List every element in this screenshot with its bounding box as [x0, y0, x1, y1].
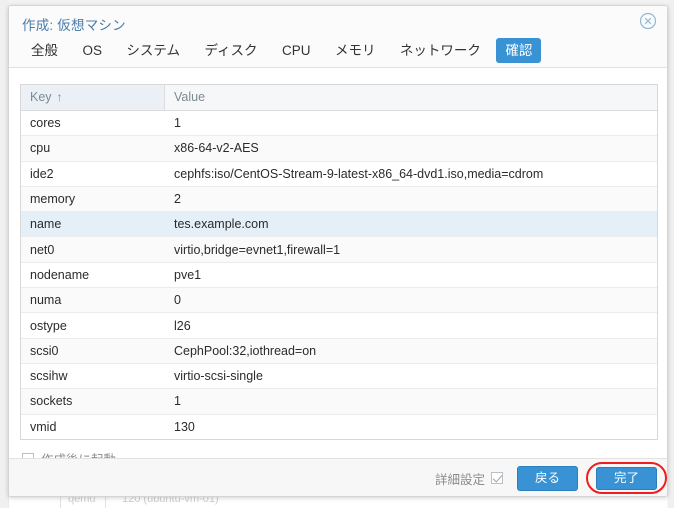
table-row[interactable]: sockets 1	[21, 389, 657, 415]
row-value: tes.example.com	[174, 217, 269, 232]
row-key: cpu	[30, 141, 51, 156]
row-value: virtio-scsi-single	[174, 369, 263, 384]
table-row[interactable]: net0 virtio,bridge=evnet1,firewall=1	[21, 237, 657, 263]
table-row[interactable]: ide2 cephfs:iso/CentOS-Stream-9-latest-x8…	[21, 161, 657, 187]
dialog-footer: 詳細設定 戻る 完了	[9, 458, 667, 496]
row-key: net0	[30, 242, 55, 257]
tab-disks[interactable]: ディスク	[195, 38, 266, 63]
row-value: l26	[174, 318, 191, 333]
table-row[interactable]: scsi0 CephPool:32,iothread=on	[21, 338, 657, 364]
row-key: memory	[30, 192, 76, 207]
advanced-settings-label[interactable]: 詳細設定	[435, 469, 485, 488]
grid-header-row: Key ↑ Value	[21, 85, 657, 111]
row-value: cephfs:iso/CentOS-Stream-9-latest-x86_64…	[174, 166, 544, 181]
row-value: 130	[174, 419, 195, 434]
row-key: ostype	[30, 318, 67, 333]
back-button[interactable]: 戻る	[516, 465, 578, 491]
row-key: scsi0	[30, 343, 59, 358]
dialog-title: 作成: 仮想マシン	[22, 18, 126, 33]
row-key: numa	[30, 293, 62, 308]
row-value: 0	[174, 293, 181, 308]
tab-general[interactable]: 全般	[22, 38, 67, 63]
row-key: sockets	[30, 394, 73, 409]
table-row[interactable]: vmid 130	[21, 414, 657, 439]
table-row[interactable]: numa 0	[21, 288, 657, 314]
tab-network[interactable]: ネットワーク	[391, 38, 490, 63]
row-key: vmid	[30, 419, 57, 434]
row-key: nodename	[30, 267, 90, 282]
column-header-key[interactable]: Key ↑	[21, 85, 165, 110]
table-row[interactable]: memory 2	[21, 186, 657, 213]
row-key: scsihw	[30, 369, 68, 384]
row-value: x86-64-v2-AES	[174, 141, 259, 156]
sort-ascending-icon: ↑	[56, 90, 63, 104]
close-icon[interactable]	[639, 12, 657, 30]
table-row[interactable]: cores 1	[21, 111, 657, 137]
row-key: ide2	[30, 166, 54, 181]
row-value: 1	[174, 116, 181, 131]
dialog-header: 作成: 仮想マシン	[9, 6, 667, 37]
tab-cpu[interactable]: CPU	[273, 38, 320, 63]
grid-body: cores 1 cpu x86-64-v2-AES ide2 cephfs:iso/C…	[21, 111, 657, 439]
column-header-value-label: Value	[174, 90, 206, 104]
tab-confirm[interactable]: 確認	[496, 38, 542, 63]
column-header-value[interactable]: Value	[165, 85, 657, 110]
table-row[interactable]: scsihw virtio-scsi-single	[21, 363, 657, 390]
create-vm-dialog: 作成: 仮想マシン 全般 OS システム ディスク CPU メモリ ネットワーク…	[8, 5, 668, 497]
finish-button[interactable]: 完了	[595, 467, 657, 490]
row-value: 1	[174, 394, 181, 409]
row-value: virtio,bridge=evnet1,firewall=1	[174, 242, 341, 257]
tab-os[interactable]: OS	[73, 38, 111, 63]
table-row-selected[interactable]: name tes.example.com	[21, 212, 657, 238]
row-value: pve1	[174, 267, 202, 282]
row-key: cores	[30, 116, 61, 131]
dialog-tabbar: 全般 OS システム ディスク CPU メモリ ネットワーク 確認	[9, 37, 667, 68]
row-value: CephPool:32,iothread=on	[174, 343, 317, 358]
row-key: name	[30, 217, 62, 232]
tab-memory[interactable]: メモリ	[326, 38, 385, 63]
column-header-key-label: Key	[30, 90, 52, 104]
advanced-settings-checkbox[interactable]	[490, 472, 503, 484]
table-row[interactable]: nodename pve1	[21, 262, 657, 289]
table-row[interactable]: ostype l26	[21, 313, 657, 339]
row-value: 2	[174, 192, 181, 207]
tab-system[interactable]: システム	[117, 38, 189, 63]
table-row[interactable]: cpu x86-64-v2-AES	[21, 136, 657, 162]
summary-grid: Key ↑ Value cores 1 cpu x86-64-v2-AES ide2 c…	[20, 84, 658, 440]
